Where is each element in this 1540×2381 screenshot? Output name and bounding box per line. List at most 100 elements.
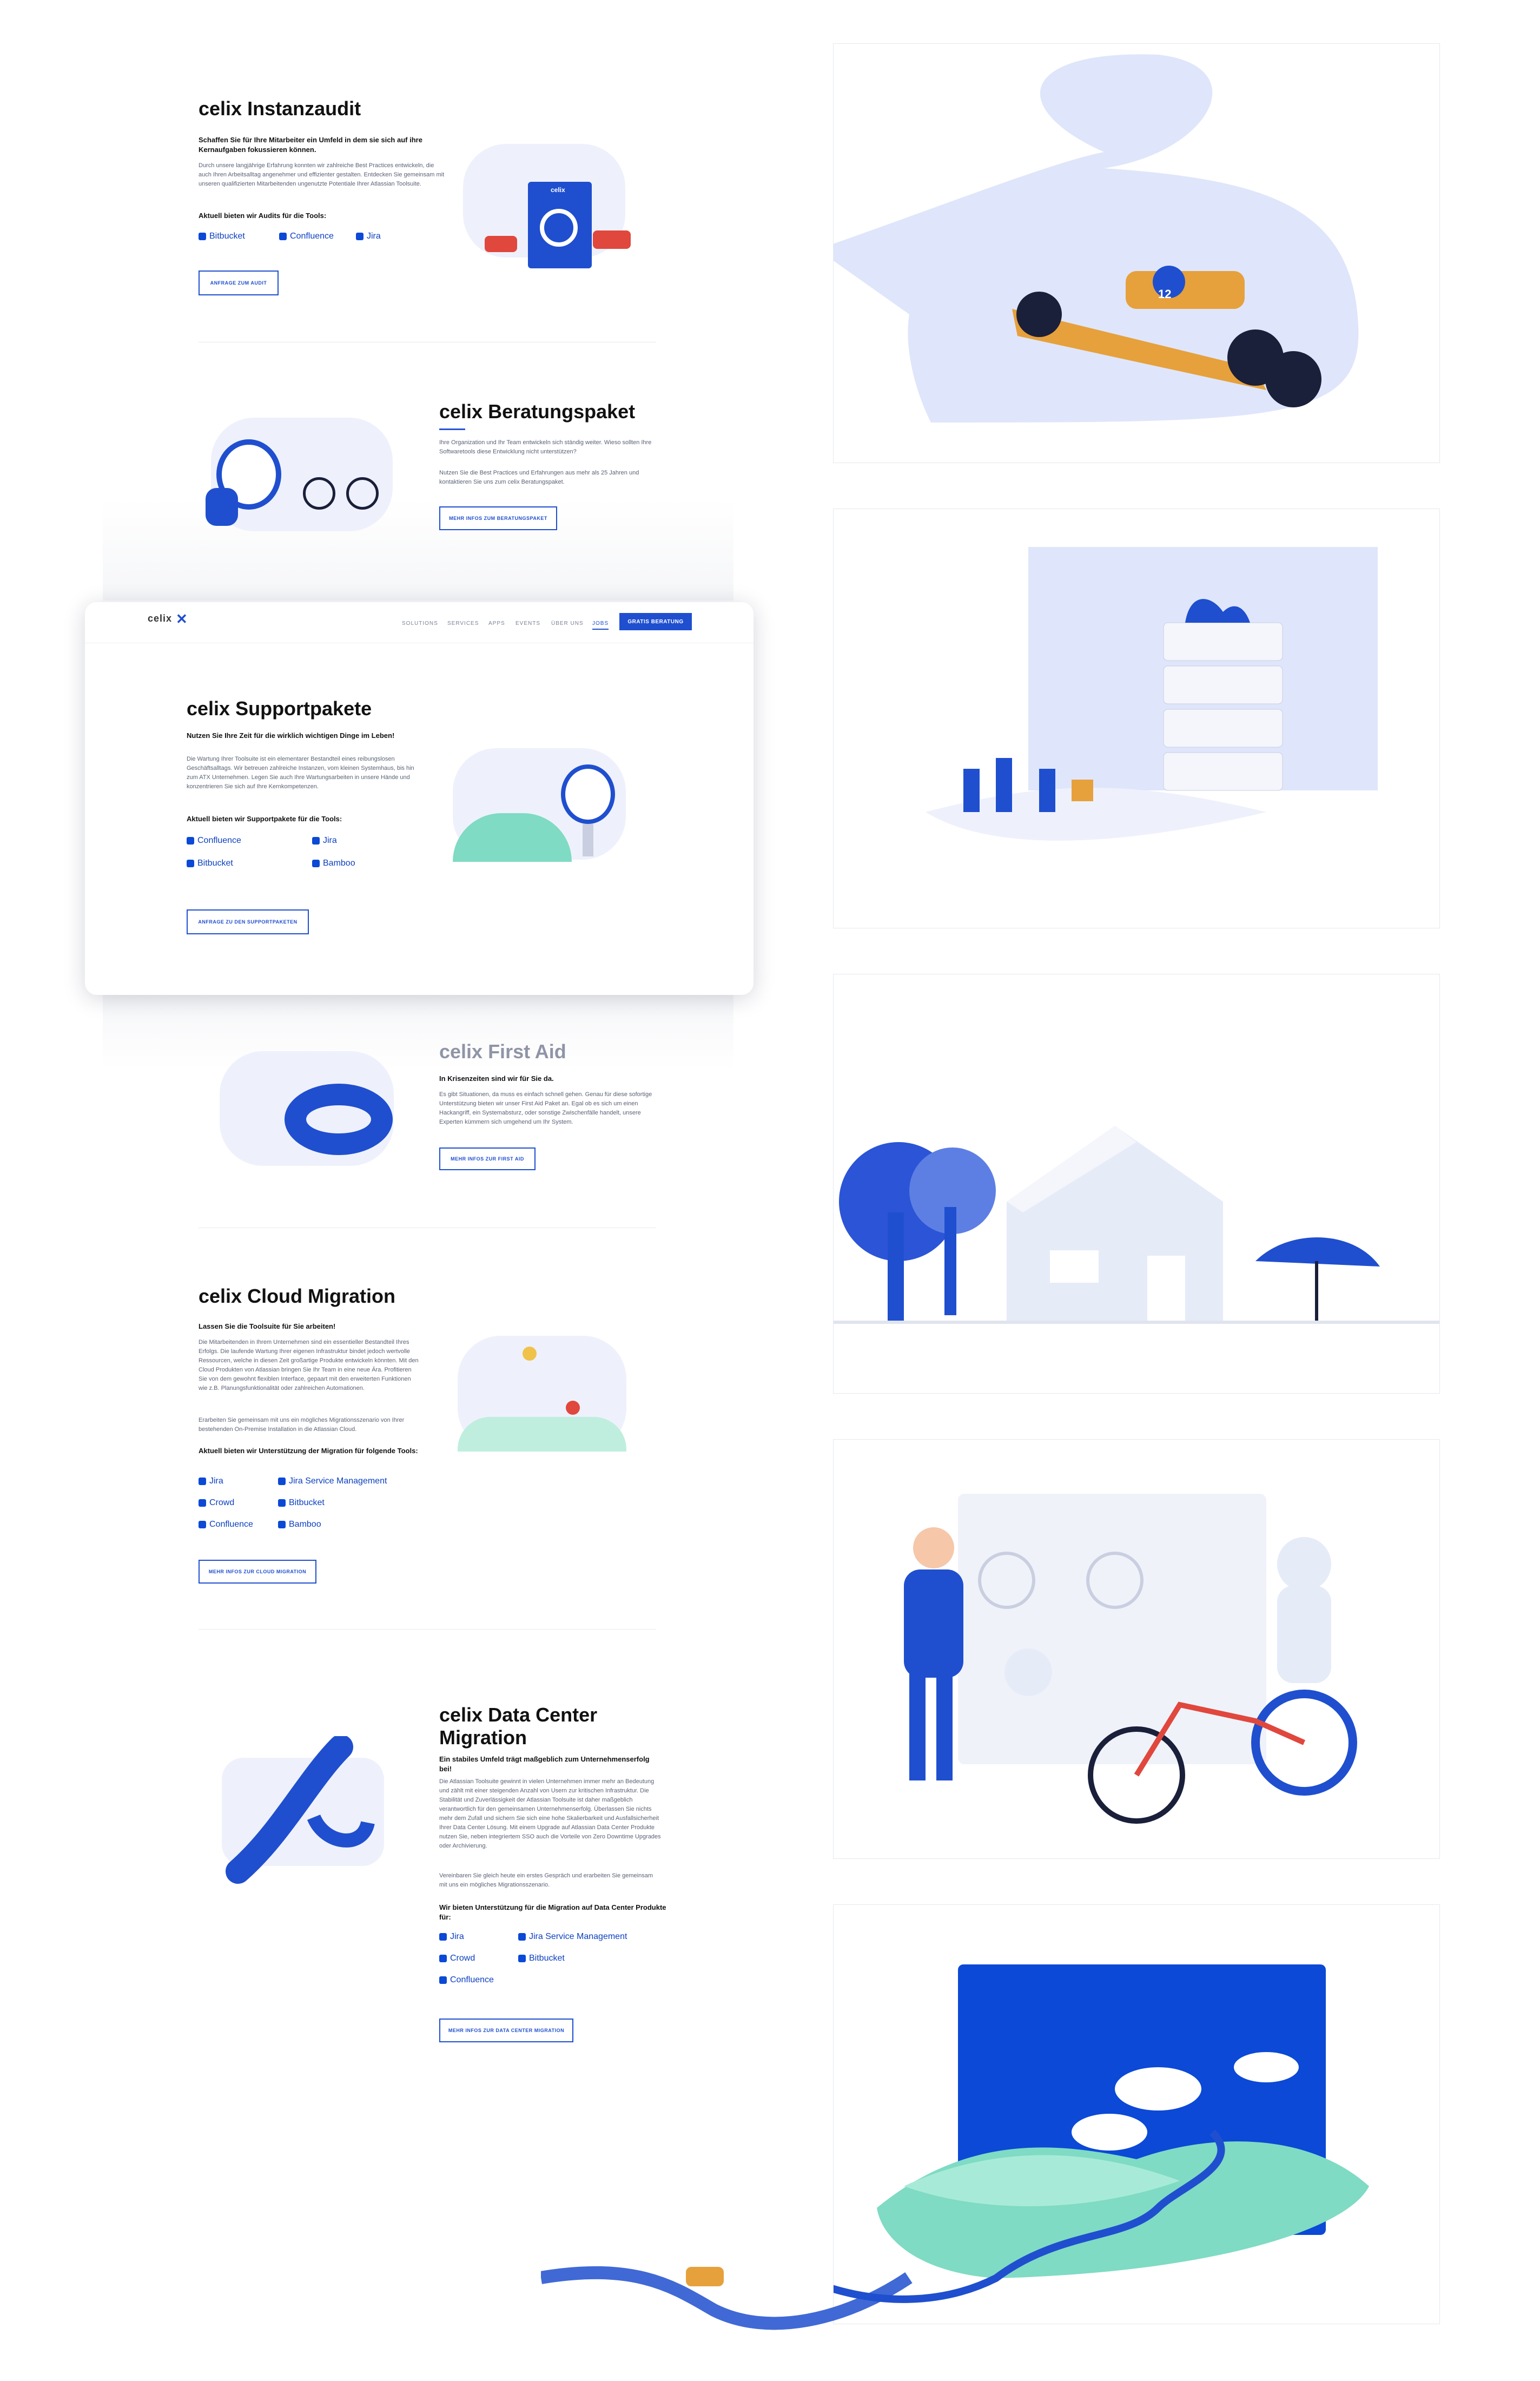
section-body: Durch unsere langjährige Erfahrung konnt…	[199, 162, 445, 187]
supportpakete-card: celix ✕ SOLUTIONS SERVICES APPS EVENTS Ü…	[85, 602, 754, 995]
crowd-icon	[439, 1955, 447, 1962]
tool-confluence: Confluence	[187, 836, 241, 846]
bitbucket-icon	[187, 860, 194, 867]
section-body-1: Die Atlassian Toolsuite gewinnt in viele…	[439, 1778, 661, 1849]
road-icon	[540, 2266, 913, 2330]
bike-wheel	[303, 477, 335, 510]
confluence-icon	[199, 1521, 206, 1528]
tool-jira: Jira	[439, 1932, 464, 1942]
section-body: Die Wartung Ihrer Toolsuite ist ein elem…	[187, 756, 414, 790]
house-illustration	[834, 1126, 1439, 1324]
section-body-2: Nutzen Sie die Best Practices und Erfahr…	[439, 470, 639, 485]
confluence-icon	[439, 1976, 447, 1984]
bitbucket-icon	[278, 1499, 286, 1507]
section-lead: In Krisenzeiten sind wir für Sie da.	[439, 1074, 554, 1083]
audit-badge-text: celix	[551, 186, 565, 194]
section-body-2: Vereinbaren Sie gleich heute ein erstes …	[439, 1872, 653, 1888]
beratung-info-button[interactable]: MEHR INFOS ZUM BERATUNGSPAKET	[439, 506, 557, 530]
lifebuoy-icon	[285, 1084, 393, 1155]
section-title: celix First Aid	[439, 1040, 566, 1063]
svg-text:12: 12	[1158, 287, 1171, 301]
section-body-2: Erarbeiten Sie gemeinsam mit uns ein mög…	[199, 1417, 405, 1433]
server-panel	[833, 509, 1440, 928]
bamboo-icon	[312, 860, 320, 867]
tool-jira-service-management: Jira Service Management	[518, 1932, 627, 1942]
tool-crowd: Crowd	[199, 1498, 234, 1508]
section-title: celix Instanzaudit	[199, 97, 361, 120]
section-title: celix Supportpakete	[187, 697, 372, 720]
audit-request-button[interactable]: ANFRAGE ZUM AUDIT	[199, 271, 279, 295]
website-screenshot: celix Instanzaudit Schaffen Sie für Ihre…	[103, 0, 733, 2378]
section-title: celix Cloud Migration	[199, 1285, 396, 1307]
supportpakete-request-button[interactable]: ANFRAGE ZU DEN SUPPORTPAKETEN	[187, 909, 309, 934]
crowd-icon	[199, 1499, 206, 1507]
nav-item-events[interactable]: EVENTS	[515, 621, 540, 626]
tool-crowd: Crowd	[439, 1954, 475, 1963]
beratung-illustration	[206, 418, 393, 531]
race-car-illustration: 12	[834, 54, 1359, 423]
cloud-migration-illustration	[458, 1336, 626, 1452]
section-lead: Ein stabiles Umfeld trägt maßgeblich zum…	[439, 1755, 650, 1773]
nav-item-solutions[interactable]: SOLUTIONS	[402, 621, 438, 626]
nav-item-services[interactable]: SERVICES	[447, 621, 479, 626]
bike-workshop-panel	[833, 1439, 1440, 1859]
magnifier-icon	[540, 209, 578, 247]
tools-heading: Wir bieten Unterstützung für die Migrati…	[439, 1903, 666, 1921]
section-data-center-migration: celix Data Center Migration Ein stabiles…	[103, 1633, 733, 2120]
hill	[458, 1417, 626, 1452]
tool-bitbucket: Bitbucket	[187, 859, 233, 868]
highway-icon	[222, 1734, 384, 1884]
jira-icon	[439, 1933, 447, 1941]
jira-service-management-icon	[518, 1933, 526, 1941]
audit-illustration: celix	[463, 144, 631, 268]
bitbucket-icon	[518, 1955, 526, 1962]
section-body: Es gibt Situationen, da muss es einfach …	[439, 1091, 652, 1125]
tool-confluence: Confluence	[439, 1975, 494, 1985]
tool-jira: Jira	[199, 1476, 223, 1486]
house-panel	[833, 974, 1440, 1394]
fan-icon	[561, 764, 615, 824]
nav-item-apps[interactable]: APPS	[488, 621, 505, 626]
tool-bamboo: Bamboo	[278, 1520, 321, 1529]
free-consultation-button[interactable]: GRATIS BERATUNG	[619, 613, 692, 630]
server-illustration	[926, 547, 1378, 841]
support-illustration	[453, 748, 626, 862]
car-right	[593, 230, 631, 249]
top-navigation: celix ✕ SOLUTIONS SERVICES APPS EVENTS Ü…	[85, 602, 754, 643]
jira-icon	[312, 837, 320, 845]
nav-item-ueber-uns[interactable]: ÜBER UNS	[551, 621, 584, 626]
logo[interactable]: celix	[148, 613, 172, 624]
tools-heading: Aktuell bieten wir Supportpakete für die…	[187, 815, 342, 823]
first-aid-illustration	[220, 1051, 394, 1166]
logo-x-icon: ✕	[176, 611, 188, 627]
accent-line	[439, 428, 465, 430]
section-body-1: Die Mitarbeitenden in Ihrem Unternehmen …	[199, 1339, 419, 1391]
section-cloud-migration: celix Cloud Migration Lassen Sie die Too…	[103, 1244, 733, 1633]
tool-jira-service-management: Jira Service Management	[278, 1476, 387, 1486]
section-lead: Lassen Sie die Toolsuite für Sie arbeite…	[199, 1322, 336, 1330]
tool-bitbucket: Bitbucket	[518, 1954, 565, 1963]
tool-bitbucket: Bitbucket	[278, 1498, 325, 1508]
hill	[453, 813, 572, 862]
nav-item-jobs[interactable]: JOBS	[592, 621, 609, 630]
balloon-icon	[523, 1347, 537, 1361]
section-title: celix Data Center Migration	[439, 1704, 598, 1749]
jira-service-management-icon	[278, 1478, 286, 1485]
balloon-icon	[566, 1401, 580, 1415]
section-lead: Nutzen Sie Ihre Zeit für die wirklich wi…	[187, 731, 395, 740]
data-center-info-button[interactable]: MEHR INFOS ZUR DATA CENTER MIGRATION	[439, 2019, 573, 2042]
race-car-panel: 12	[833, 43, 1440, 463]
first-aid-info-button[interactable]: MEHR INFOS ZUR FIRST AID	[439, 1147, 536, 1170]
section-lead: Schaffen Sie für Ihre Mitarbeiter ein Um…	[199, 136, 422, 154]
divider	[199, 1629, 656, 1630]
bike-wheel	[346, 477, 379, 510]
tools-heading: Aktuell bieten wir Unterstützung der Mig…	[199, 1447, 418, 1455]
car-left	[485, 236, 517, 252]
tool-bitbucket: Bitbucket	[199, 232, 245, 241]
cloud-migration-info-button[interactable]: MEHR INFOS ZUR CLOUD MIGRATION	[199, 1560, 316, 1584]
bitbucket-icon	[199, 233, 206, 240]
tool-bamboo: Bamboo	[312, 859, 355, 868]
fan-stand	[583, 824, 593, 856]
tools-heading: Aktuell bieten wir Audits für die Tools:	[199, 212, 327, 220]
tool-confluence: Confluence	[279, 232, 334, 241]
